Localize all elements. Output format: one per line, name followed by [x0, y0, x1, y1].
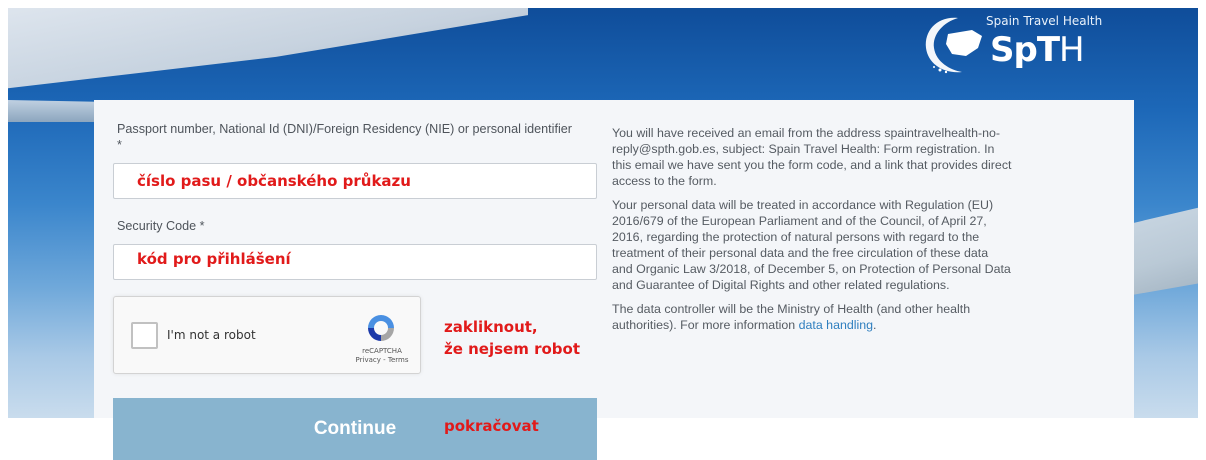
passport-label: Passport number, National Id (DNI)/Forei… [117, 122, 572, 152]
recaptcha-brand-name: reCAPTCHA [362, 347, 402, 355]
spain-map-icon [925, 17, 982, 74]
recaptcha-label: I'm not a robot [167, 328, 256, 342]
captcha-annotation: zakliknout, že nejsem robot [444, 318, 580, 358]
recaptcha-logo-icon [368, 315, 394, 341]
info-paragraph-gdpr: Your personal data will be treated in ac… [612, 198, 1011, 292]
info-controller-end: . [873, 318, 877, 332]
recaptcha-brand: reCAPTCHA Privacy - Terms [350, 347, 414, 365]
recaptcha-checkbox[interactable] [131, 322, 158, 349]
info-paragraph-email: You will have received an email from the… [612, 126, 1012, 188]
captcha-annotation-line-2: že nejsem robot [444, 340, 580, 358]
logo-abbr-bold: SpT [990, 30, 1060, 70]
logo-tagline: Spain Travel Health [986, 14, 1103, 28]
spth-logo: Spain Travel Health SpTH [920, 12, 1130, 82]
recaptcha-widget: I'm not a robot reCAPTCHA Privacy - Term… [113, 296, 421, 374]
continue-annotation: pokračovat [444, 417, 539, 435]
passport-annotation: číslo pasu / občanského průkazu [137, 172, 411, 190]
info-text: You will have received an email from the… [612, 125, 1012, 341]
recaptcha-privacy-terms[interactable]: Privacy - Terms [350, 356, 414, 365]
logo-abbr-thin: H [1059, 30, 1085, 70]
info-controller-text: The data controller will be the Ministry… [612, 302, 971, 332]
security-code-label: Security Code * [117, 219, 205, 233]
logo-abbreviation: SpTH [990, 30, 1085, 70]
captcha-annotation-line-1: zakliknout, [444, 318, 538, 336]
security-code-annotation: kód pro přihlášení [137, 250, 291, 268]
airplane-wing-image [8, 8, 528, 93]
data-handling-link[interactable]: data handling [799, 318, 873, 332]
info-paragraph-controller: The data controller will be the Ministry… [612, 301, 1012, 333]
